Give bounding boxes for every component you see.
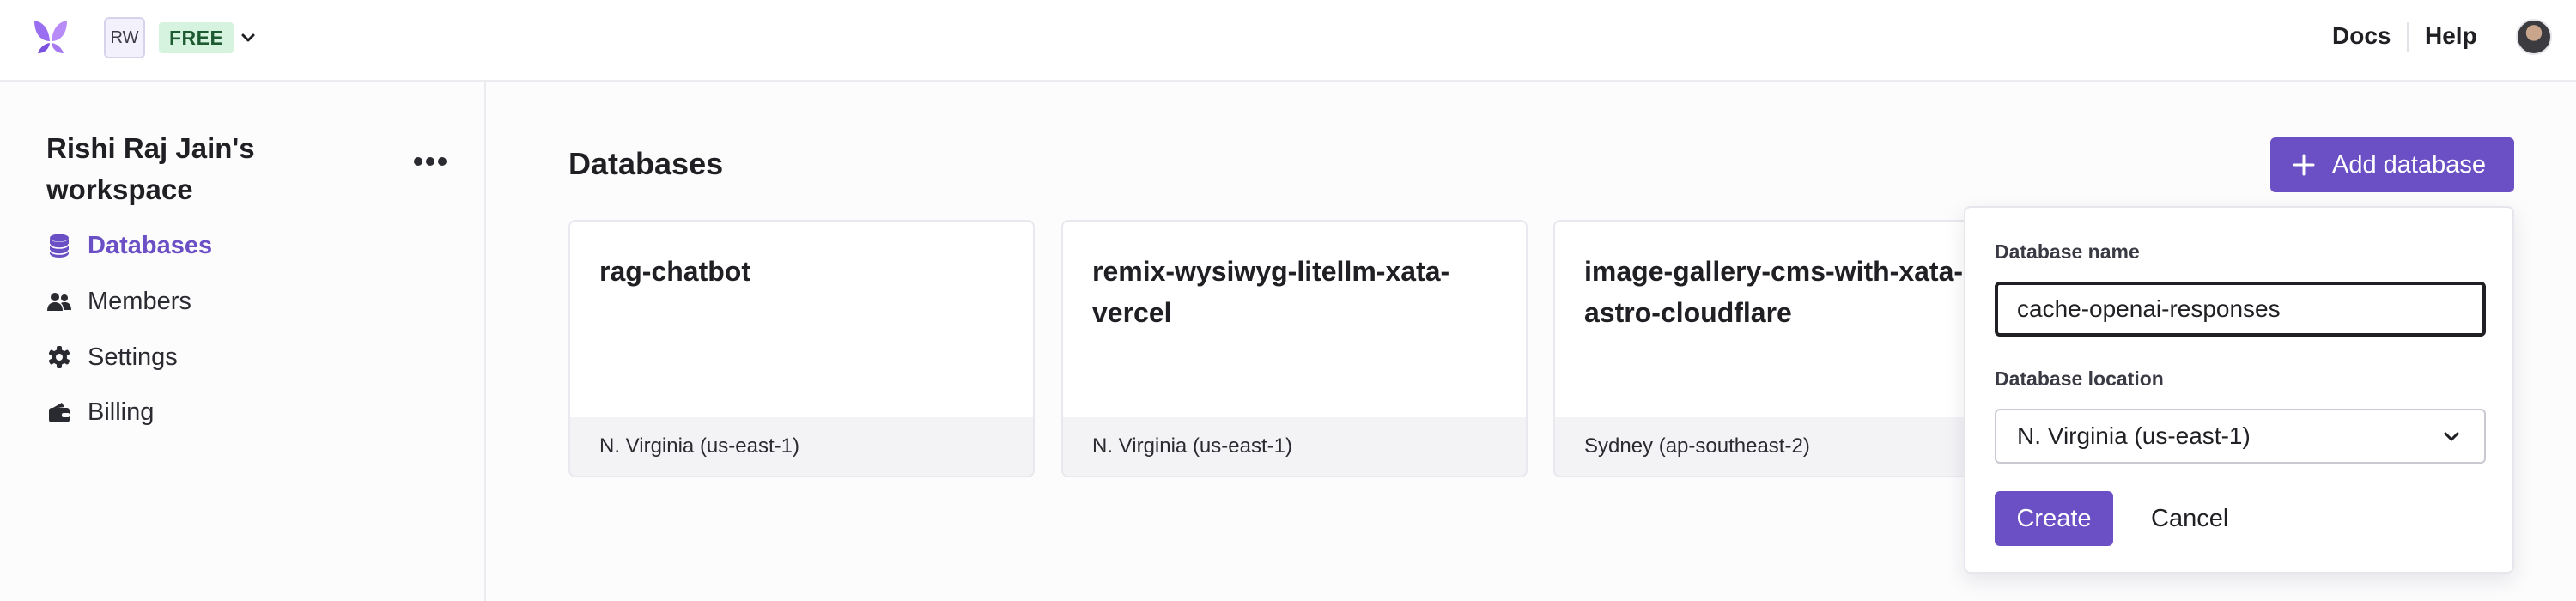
docs-link[interactable]: Docs [2332,22,2391,50]
database-name-label: Database name [1995,240,2140,263]
sidebar-item-settings[interactable]: Settings [45,338,178,376]
database-card[interactable]: rag-chatbot N. Virginia (us-east-1) [568,220,1035,477]
sidebar-item-billing[interactable]: Billing [45,393,154,431]
plus-icon [2293,154,2315,176]
workspace-avatar[interactable]: RW [104,17,145,58]
members-icon [45,287,74,316]
database-name: remix-wysiwyg-litellm-xata-vercel [1092,256,1450,328]
sidebar-item-label: Billing [88,398,155,426]
plan-badge: FREE [159,22,234,53]
gear-icon [45,343,74,372]
add-database-label: Add database [2332,150,2486,179]
database-name-input[interactable] [1995,282,2486,337]
workspace-name: Rishi Raj Jain's workspace [46,132,255,205]
sidebar: Rishi Raj Jain's workspace Databases Mem [0,82,486,601]
database-location-label: Database location [1995,367,2164,390]
database-location-value: N. Virginia (us-east-1) [2017,422,2251,449]
sidebar-item-label: Databases [88,231,213,259]
sidebar-item-label: Settings [88,343,178,371]
chevron-down-icon [2444,432,2459,441]
nav-divider [2407,22,2409,52]
sidebar-item-label: Members [88,287,191,315]
sidebar-item-databases[interactable]: Databases [45,227,212,264]
more-options-icon[interactable] [410,149,450,174]
database-region: N. Virginia (us-east-1) [570,417,1033,476]
database-location-select[interactable]: N. Virginia (us-east-1) [1995,409,2486,464]
chevron-down-icon[interactable] [236,26,260,50]
database-name: rag-chatbot [599,256,750,287]
page-title: Databases [568,146,724,181]
database-region: Sydney (ap-southeast-2) [1555,417,2018,476]
database-icon [45,231,74,260]
add-database-button[interactable]: Add database [2270,137,2514,192]
create-button[interactable]: Create [1995,491,2113,546]
wallet-icon [45,398,74,427]
database-region: N. Virginia (us-east-1) [1063,417,1526,476]
xata-logo-icon[interactable] [29,15,72,58]
cancel-button[interactable]: Cancel [2141,491,2239,546]
database-card[interactable]: remix-wysiwyg-litellm-xata-vercel N. Vir… [1061,220,1528,477]
add-database-popover: Database name Database location N. Virgi… [1964,206,2514,574]
user-avatar[interactable] [2516,19,2552,55]
database-card[interactable]: image-gallery-cms-with-xata-astro-cloudf… [1553,220,2020,477]
top-bar: RW FREE Docs Help [0,0,2576,82]
sidebar-item-members[interactable]: Members [45,282,191,320]
help-link[interactable]: Help [2425,22,2477,50]
database-name: image-gallery-cms-with-xata-astro-cloudf… [1584,256,1964,328]
